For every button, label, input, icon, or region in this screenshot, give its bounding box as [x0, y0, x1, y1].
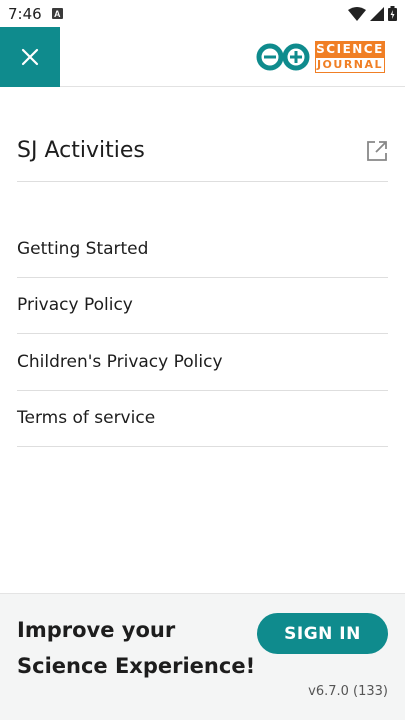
close-button[interactable]: [0, 27, 60, 87]
footer-title-line1: Improve your: [17, 618, 176, 642]
app-header: SCIENCE JOURNAL: [0, 27, 405, 87]
footer-title: Improve your Science Experience!: [17, 612, 257, 684]
sj-activities-label: SJ Activities: [17, 138, 145, 163]
info-links-list: Getting Started Privacy Policy Children'…: [17, 221, 388, 447]
footer-title-line2: Science Experience!: [17, 654, 256, 678]
science-journal-logo: SCIENCE JOURNAL: [255, 41, 385, 73]
notification-icon: A: [51, 8, 63, 19]
logo-science-text: SCIENCE: [315, 41, 385, 57]
sj-activities-link[interactable]: SJ Activities: [17, 120, 388, 182]
logo-journal-text: JOURNAL: [315, 57, 385, 73]
close-icon: [21, 48, 39, 66]
childrens-privacy-policy-link[interactable]: Children's Privacy Policy: [17, 334, 388, 391]
arduino-infinity-icon: [256, 43, 310, 71]
open-in-new-icon: [367, 140, 387, 161]
getting-started-link[interactable]: Getting Started: [17, 221, 388, 278]
privacy-policy-link[interactable]: Privacy Policy: [17, 278, 388, 334]
signin-footer: Improve your Science Experience! SIGN IN…: [0, 593, 405, 720]
signal-icon: [370, 6, 384, 21]
status-bar: 7:46 A: [0, 0, 405, 27]
sign-in-button[interactable]: SIGN IN: [257, 613, 388, 654]
battery-icon: [388, 6, 397, 21]
status-time: 7:46: [8, 4, 42, 23]
wifi-icon: [348, 6, 366, 21]
terms-of-service-link[interactable]: Terms of service: [17, 391, 388, 447]
app-version: v6.7.0 (133): [308, 684, 388, 699]
